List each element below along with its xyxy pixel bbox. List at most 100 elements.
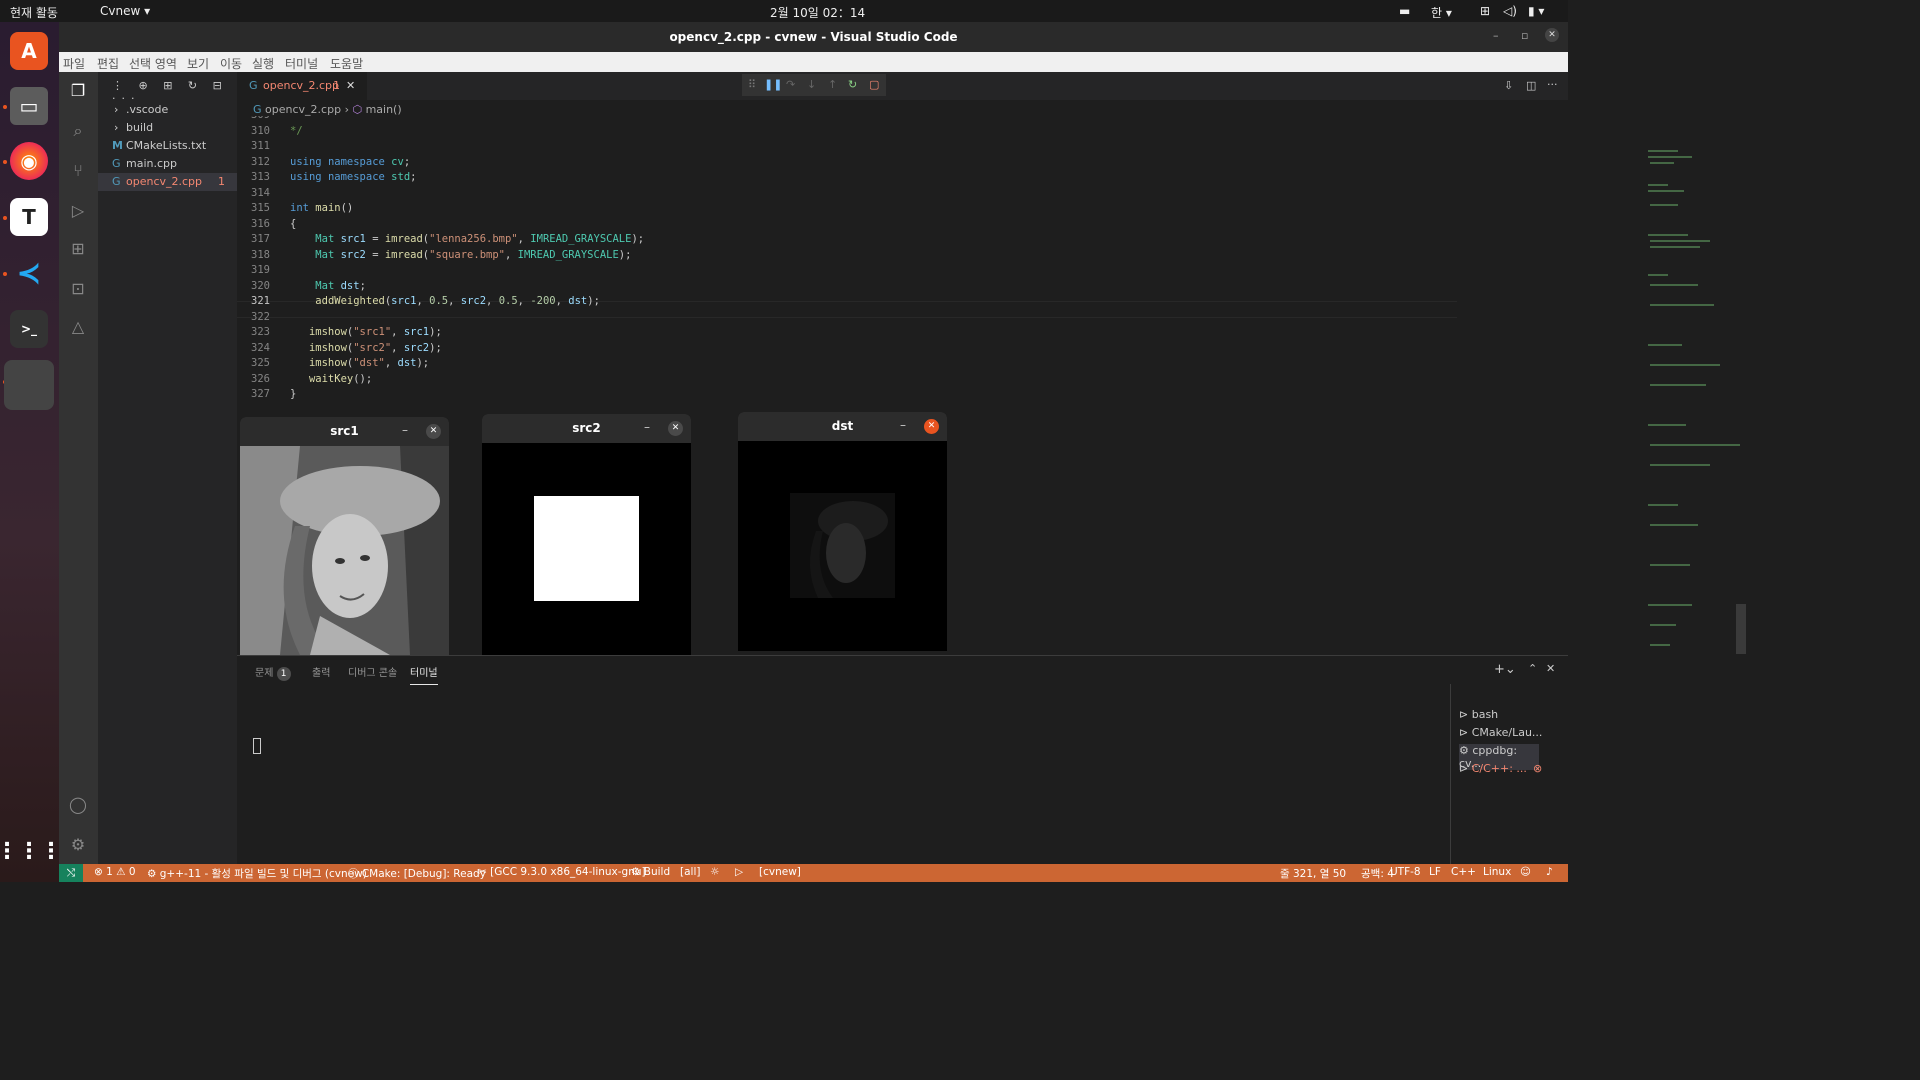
code-line[interactable]: 326 waitKey(); — [237, 372, 1457, 388]
tree-folder-build[interactable]: › build — [98, 119, 237, 137]
more-actions-icon[interactable]: ··· — [1547, 78, 1558, 91]
files-icon[interactable]: ▭ — [10, 87, 48, 125]
volume-icon[interactable]: ◁) — [1503, 4, 1517, 18]
menu-file[interactable]: 파일 — [63, 55, 85, 72]
stop-icon[interactable]: ▢ — [869, 74, 879, 96]
code-line[interactable]: 309 — [237, 116, 1457, 124]
text-editor-icon[interactable]: T — [10, 198, 48, 236]
step-over-icon[interactable]: ↷ — [786, 74, 795, 96]
panel-tab-problems[interactable]: 문제 1 — [255, 664, 291, 681]
restart-icon[interactable]: ↻ — [848, 74, 857, 96]
feedback-icon[interactable]: ☺ — [1520, 866, 1531, 878]
open-changes-icon[interactable]: ⇩ — [1504, 79, 1513, 92]
tree-file-opencv2-cpp[interactable]: Gopencv_2.cpp 1 — [98, 173, 237, 191]
code-line[interactable]: 324 imshow("src2", src2); — [237, 341, 1457, 357]
maximize-panel-icon[interactable]: ⌃ — [1528, 662, 1537, 675]
tab-close-icon[interactable]: ✕ — [346, 72, 355, 100]
minimap[interactable] — [1636, 144, 1746, 654]
cmake-icon[interactable]: △ — [67, 316, 89, 338]
panel-tab-terminal[interactable]: 터미널 — [410, 664, 438, 685]
menu-terminal[interactable]: 터미널 — [285, 55, 318, 72]
code-line[interactable]: 313 using namespace std; — [237, 170, 1457, 186]
panel-tab-debug-console[interactable]: 디버그 콘솔 — [348, 664, 397, 679]
code-line[interactable]: 318 Mat src2 = imread("square.bmp", IMRE… — [237, 248, 1457, 264]
code-line[interactable]: 323 imshow("src1", src1); — [237, 325, 1457, 341]
terminal-list-item[interactable]: ⊳ CMake/Lau... — [1459, 726, 1542, 739]
pause-icon[interactable]: ❚❚ — [764, 74, 782, 96]
input-method[interactable]: 한 ▾ — [1431, 4, 1452, 21]
code-line[interactable]: 316 { — [237, 217, 1457, 233]
encoding-status[interactable]: UTF-8 — [1390, 866, 1421, 878]
close-icon[interactable]: ✕ — [1545, 28, 1559, 42]
code-line[interactable]: 317 Mat src1 = imread("lenna256.bmp", IM… — [237, 232, 1457, 248]
code-line[interactable]: 322 — [237, 310, 1457, 326]
source-control-icon[interactable]: ⑂ — [67, 160, 89, 182]
menu-edit[interactable]: 편집 — [97, 55, 119, 72]
opencv-window-group-icon[interactable] — [4, 360, 54, 410]
terminal-icon[interactable]: >_ — [10, 310, 48, 348]
platform-status[interactable]: Linux — [1483, 866, 1511, 878]
problems-status[interactable]: ⊗ 1 ⚠ 0 — [94, 866, 136, 878]
activities-button[interactable]: 현재 활동 — [10, 4, 58, 21]
eol-status[interactable]: LF — [1429, 866, 1441, 878]
minimize-icon[interactable]: – — [644, 420, 650, 434]
extensions-icon[interactable]: ⊞ — [67, 238, 89, 260]
close-icon[interactable]: ✕ — [668, 421, 683, 436]
tree-file-main-cpp[interactable]: Gmain.cpp — [98, 155, 237, 173]
notifications-icon[interactable]: ♪ — [1546, 866, 1553, 878]
remote-indicator-icon[interactable]: ⤭ — [59, 864, 83, 882]
breadcrumb-file[interactable]: opencv_2.cpp — [265, 103, 341, 116]
menu-selection[interactable]: 선택 영역 — [129, 55, 177, 72]
manage-gear-icon[interactable]: ⚙ — [67, 834, 89, 856]
code-line[interactable]: 310 */ — [237, 124, 1457, 140]
vscode-icon[interactable]: ≺ — [10, 254, 48, 292]
breadcrumb-symbol[interactable]: main() — [366, 103, 402, 116]
tree-file-cmakelists[interactable]: M CMakeLists.txt — [98, 137, 237, 155]
code-line[interactable]: 320 Mat dst; — [237, 279, 1457, 295]
code-line[interactable]: 321 addWeighted(src1, 0.5, src2, 0.5, -2… — [237, 294, 1457, 310]
battery-icon[interactable]: ▮ ▾ — [1528, 4, 1544, 18]
accounts-icon[interactable]: ◯ — [67, 794, 89, 816]
code-line[interactable]: 314 — [237, 186, 1457, 202]
split-editor-icon[interactable]: ◫ — [1526, 79, 1536, 92]
menu-help[interactable]: 도움말 — [330, 55, 363, 72]
cv-window-src1[interactable]: src1 – ✕ — [240, 417, 449, 655]
code-line[interactable]: 315 int main() — [237, 201, 1457, 217]
run-debug-icon[interactable]: ▷ — [67, 200, 89, 222]
code-line[interactable]: 325 imshow("dst", dst); — [237, 356, 1457, 372]
indent-status[interactable]: 공백: 4 — [1361, 866, 1394, 881]
build-task-status[interactable]: ⚙ g++-11 - 활성 파일 빌드 및 디버그 (cvnew) — [147, 866, 367, 881]
search-icon[interactable]: ⌕ — [67, 120, 89, 142]
run-icon[interactable]: ▷ — [735, 866, 743, 878]
remote-explorer-icon[interactable]: ⊡ — [67, 278, 89, 300]
build-button[interactable]: ⚙ Build — [631, 866, 670, 878]
minimize-icon[interactable]: – — [900, 418, 906, 432]
keyboard-icon[interactable]: ▬ — [1399, 4, 1410, 18]
code-line[interactable]: 311 — [237, 139, 1457, 155]
close-icon[interactable]: ✕ — [426, 424, 441, 439]
close-panel-icon[interactable]: ✕ — [1546, 662, 1555, 675]
explorer-icon[interactable]: ❐ — [67, 80, 89, 102]
debug-icon[interactable]: ☼ — [710, 866, 719, 878]
language-status[interactable]: C++ — [1451, 866, 1476, 878]
code-view[interactable]: 309310 */ 311 312 using namespace cv; 313 usin… — [237, 116, 1457, 416]
target-status[interactable]: [all] — [680, 866, 700, 878]
new-terminal-icon[interactable]: +⌄ — [1494, 662, 1516, 677]
tree-folder-vscode[interactable]: › .vscode — [98, 101, 237, 119]
terminal-list-item[interactable]: ⊳ bash — [1459, 708, 1498, 721]
network-icon[interactable]: ⊞ — [1480, 4, 1490, 18]
project-status[interactable]: [cvnew] — [759, 866, 801, 878]
cursor-position[interactable]: 줄 321, 열 50 — [1280, 866, 1346, 881]
software-center-icon[interactable]: A — [10, 32, 48, 70]
minimize-icon[interactable]: – — [1493, 29, 1499, 42]
tab-opencv2-cpp[interactable]: G opencv_2.cpp 1 ✕ — [237, 72, 367, 100]
minimize-icon[interactable]: – — [402, 423, 408, 437]
show-apps-icon[interactable]: ⋮⋮⋮ — [0, 832, 62, 870]
app-menu[interactable]: Cvnew ▾ — [100, 4, 150, 18]
cmake-status[interactable]: ⓘ CMake: [Debug]: Ready — [348, 866, 486, 881]
terminal-cursor[interactable] — [253, 738, 261, 754]
firefox-icon[interactable]: ◉ — [10, 142, 48, 180]
menu-run[interactable]: 실행 — [252, 55, 274, 72]
close-icon[interactable]: ✕ — [924, 419, 939, 434]
terminal-list-item[interactable]: ⊳ C/C++: ... — [1459, 762, 1527, 775]
